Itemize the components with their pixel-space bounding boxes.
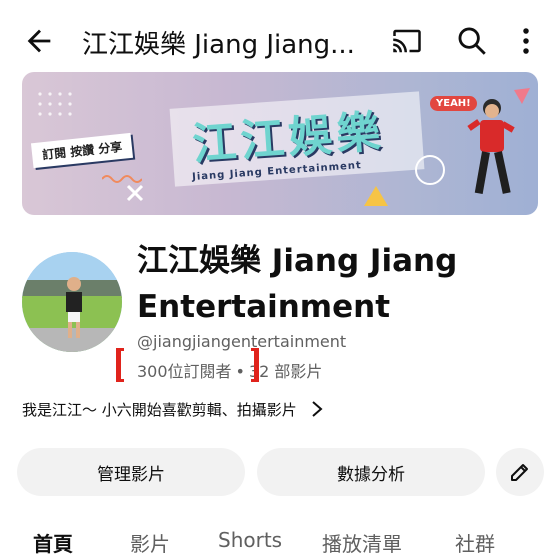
channel-tabs: 首頁 影片 Shorts 播放清單 社群 [0,520,560,560]
cast-icon[interactable] [390,26,424,56]
pencil-icon [511,464,528,481]
tab-shorts[interactable]: Shorts [218,528,282,552]
stats-separator: • [235,362,245,381]
avatar-photo [22,252,122,352]
analytics-button[interactable]: 數據分析 [257,448,485,496]
chevron-right-icon [312,401,323,417]
video-count: 32 部影片 [248,362,323,381]
channel-name: 江江娛樂 Jiang Jiang Entertainment [137,243,458,325]
channel-banner: 訂閱 按讚 分享 江江娛樂 Jiang Jiang Entertainment … [22,72,538,215]
pink-triangle-decoration [514,88,530,104]
annotation-bracket-left [116,348,124,382]
annotation-bracket-right [251,348,259,382]
manage-videos-button[interactable]: 管理影片 [17,448,245,496]
top-app-bar: 江江娛樂 Jiang Jiang... [0,0,560,80]
edit-button[interactable] [496,448,544,496]
tab-videos[interactable]: 影片 [130,528,170,557]
avatar[interactable] [22,252,122,352]
more-vert-icon[interactable] [516,26,536,56]
tab-playlists[interactable]: 播放清單 [322,528,402,557]
circle-decoration [415,155,445,185]
search-icon[interactable] [455,24,489,58]
channel-handle: @jiangjiangentertainment [137,332,347,351]
tab-community[interactable]: 社群 [455,528,495,557]
channel-stats: 300位訂閱者 • 32 部影片 [137,358,322,382]
back-arrow-icon[interactable] [22,24,56,58]
dots-decoration [38,92,72,116]
channel-description-row[interactable]: 我是江江～ 小六開始喜歡剪輯、拍攝影片 [22,396,323,422]
channel-description: 我是江江～ 小六開始喜歡剪輯、拍攝影片 [22,400,297,419]
page-title: 江江娛樂 Jiang Jiang... [82,30,355,60]
triangle-decoration [364,186,388,206]
banner-person-illustration [467,99,515,195]
wave-decoration [102,175,142,183]
banner-tag: 訂閱 按讚 分享 [30,132,134,169]
subscriber-count: 300位訂閱者 [137,362,232,381]
tab-home[interactable]: 首頁 [33,528,73,557]
